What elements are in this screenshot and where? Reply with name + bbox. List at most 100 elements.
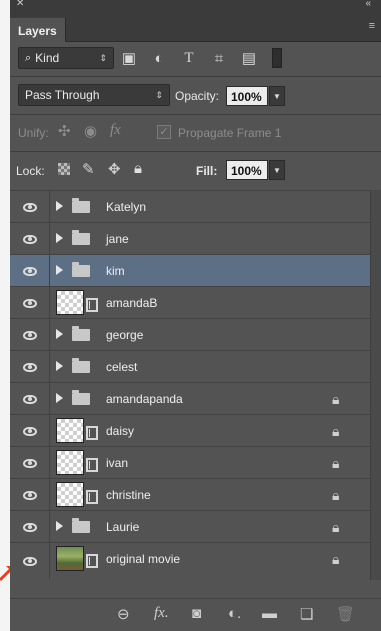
lock-icon: 🔒︎	[332, 487, 340, 503]
layer-name: original movie	[106, 552, 181, 566]
lock-label: Lock:	[16, 164, 45, 178]
layer-row[interactable]: celest	[10, 350, 370, 383]
eye-icon	[22, 522, 37, 532]
chevron-down-icon: ▼	[273, 165, 281, 175]
lock-transparent-icon[interactable]	[58, 163, 70, 175]
panel-top-strip: ✕ «	[10, 0, 381, 14]
lock-icon: 🔒︎	[332, 423, 340, 439]
layer-thumbnail	[56, 482, 84, 507]
visibility-toggle[interactable]	[10, 415, 50, 447]
video-layer-icon	[86, 554, 98, 568]
filter-type-icon[interactable]: T	[178, 47, 200, 69]
unify-row: Unify: ✣ ◉ fx ✓ Propagate Frame 1	[10, 120, 381, 144]
eye-icon	[22, 556, 37, 566]
select-caret-icon: ⇕	[99, 52, 107, 63]
visibility-toggle[interactable]	[10, 479, 50, 511]
propagate-label: Propagate Frame 1	[178, 126, 282, 140]
visibility-toggle[interactable]	[10, 383, 50, 415]
layer-row[interactable]: amandaB	[10, 286, 370, 319]
visibility-toggle[interactable]	[10, 319, 50, 351]
layers-scrollbar[interactable]	[370, 190, 381, 580]
eye-icon	[22, 490, 37, 500]
expand-arrow-icon[interactable]	[56, 201, 63, 211]
eye-icon	[22, 394, 37, 404]
video-layer-icon	[86, 426, 98, 440]
blend-mode-label: Pass Through	[25, 88, 100, 102]
visibility-toggle[interactable]	[10, 255, 50, 287]
visibility-toggle[interactable]	[10, 543, 50, 579]
filter-adjustment-icon[interactable]: ◐	[148, 47, 170, 69]
layer-row-selected[interactable]: kim	[10, 254, 370, 287]
opacity-input[interactable]: 100%	[226, 86, 268, 106]
visibility-toggle[interactable]	[10, 511, 50, 543]
layer-row[interactable]: george	[10, 318, 370, 351]
close-panel-icon[interactable]: ✕	[16, 0, 24, 9]
blend-row: Pass Through ⇕ Opacity: 100% ▼	[10, 84, 381, 108]
filter-kind-select[interactable]: ⌕ Kind ⇕	[18, 47, 114, 69]
visibility-toggle[interactable]	[10, 287, 50, 319]
trash-icon[interactable]: 🗑︎	[336, 605, 355, 623]
lock-all-icon[interactable]: 🔒︎	[134, 160, 142, 177]
expand-arrow-icon[interactable]	[56, 521, 63, 531]
layer-row[interactable]: jane	[10, 222, 370, 255]
filter-pixel-icon[interactable]: ▣	[118, 47, 140, 69]
tab-layers[interactable]: Layers	[10, 18, 66, 42]
expand-arrow-icon[interactable]	[56, 393, 63, 403]
lock-move-icon[interactable]: ✥	[108, 160, 121, 178]
panel-menu-icon[interactable]: ≡	[369, 20, 375, 32]
lock-icon: 🔒︎	[332, 455, 340, 471]
filter-smart-object-icon[interactable]: ▤	[238, 47, 260, 69]
fx-icon[interactable]: fx.	[154, 605, 169, 622]
link-layers-icon[interactable]: ⊖	[117, 605, 130, 623]
bottom-toolbar: ⊖ fx. ◙ ◐. ▬ ❏ 🗑︎	[10, 598, 381, 631]
layer-name: george	[106, 328, 144, 342]
layer-name: jane	[106, 232, 129, 246]
fill-label: Fill:	[196, 164, 218, 178]
fill-dropdown-button[interactable]: ▼	[269, 160, 285, 180]
expand-arrow-icon[interactable]	[56, 329, 63, 339]
visibility-toggle[interactable]	[10, 351, 50, 383]
fill-input[interactable]: 100%	[226, 160, 268, 180]
layer-name: daisy	[106, 424, 135, 438]
collapse-panel-icon[interactable]: «	[365, 0, 371, 9]
eye-icon	[22, 362, 37, 372]
filter-shape-icon[interactable]: ⌗	[208, 47, 230, 69]
new-group-icon[interactable]: ▬	[262, 605, 277, 622]
lock-brush-icon[interactable]: ✎	[82, 160, 95, 178]
layer-row[interactable]: ivan 🔒︎	[10, 446, 370, 479]
layer-row[interactable]: Katelyn	[10, 190, 370, 223]
eye-icon	[22, 426, 37, 436]
folder-icon	[72, 326, 90, 341]
blend-mode-select[interactable]: Pass Through ⇕	[18, 84, 170, 106]
add-mask-icon[interactable]: ◙	[192, 605, 201, 622]
unify-visibility-icon[interactable]: ◉	[84, 122, 97, 140]
expand-arrow-icon[interactable]	[56, 265, 63, 275]
adjustment-layer-icon[interactable]: ◐.	[228, 605, 241, 622]
new-layer-icon[interactable]: ❏	[300, 605, 313, 623]
layer-name: amandaB	[106, 296, 158, 310]
layer-row[interactable]: christine 🔒︎	[10, 478, 370, 511]
unify-position-icon[interactable]: ✣	[58, 122, 71, 140]
expand-arrow-icon[interactable]	[56, 361, 63, 371]
filter-row: ⌕ Kind ⇕ ▣ ◐ T ⌗ ▤	[10, 45, 381, 71]
select-caret-icon: ⇕	[155, 89, 163, 100]
visibility-toggle[interactable]	[10, 191, 50, 223]
layer-row[interactable]: daisy 🔒︎	[10, 414, 370, 447]
layer-name: celest	[106, 360, 138, 374]
layers-panel: ✕ « Layers ≡ ⌕ Kind ⇕ ▣ ◐ T ⌗ ▤ Pass Thr…	[10, 0, 381, 631]
layer-name: Laurie	[106, 520, 140, 534]
folder-icon	[72, 230, 90, 245]
layer-row[interactable]: Laurie 🔒︎	[10, 510, 370, 543]
expand-arrow-icon[interactable]	[56, 233, 63, 243]
layer-thumbnail	[56, 290, 84, 315]
layer-row[interactable]: amandapanda 🔒︎	[10, 382, 370, 415]
unify-style-icon[interactable]: fx	[110, 122, 121, 139]
layer-row[interactable]: original movie 🔒︎	[10, 542, 370, 579]
filter-toggle-switch[interactable]	[272, 48, 282, 68]
opacity-dropdown-button[interactable]: ▼	[269, 86, 285, 106]
lock-icon: 🔒︎	[332, 551, 340, 567]
lock-icon: 🔒︎	[332, 391, 340, 407]
visibility-toggle[interactable]	[10, 223, 50, 255]
visibility-toggle[interactable]	[10, 447, 50, 479]
propagate-checkbox[interactable]: ✓	[157, 125, 171, 139]
